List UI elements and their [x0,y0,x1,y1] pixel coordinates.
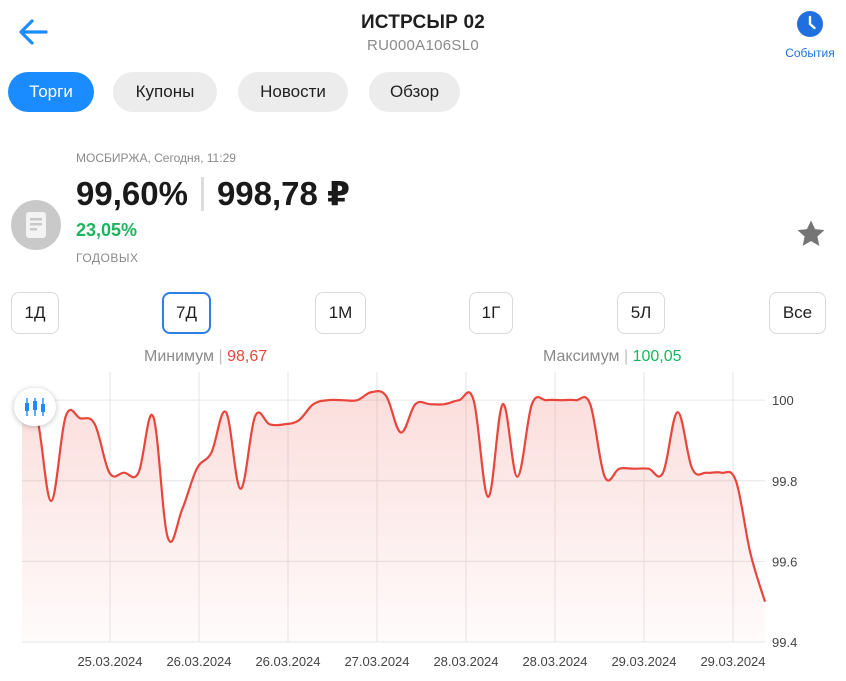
yield-label: ГОДОВЫХ [76,251,139,265]
page-title: ИСТРСЫР 02 [360,12,486,33]
x-tick-label: 28.03.2024 [522,654,587,669]
price-area-fill [22,391,765,642]
period-1m[interactable]: 1М [315,292,366,334]
period-5y[interactable]: 5Л [617,292,665,334]
events-button[interactable]: События [780,10,840,60]
min-value: 98,67 [227,348,268,365]
x-tick-label: 27.03.2024 [344,654,409,669]
favorite-button[interactable] [794,217,828,251]
clock-icon [797,11,823,37]
yield-value: 23,05% [76,220,138,240]
y-tick-label: 99.8 [772,474,797,489]
x-tick-label: 29.03.2024 [611,654,676,669]
header-title-block: ИСТРСЫР 02 RU000A106SL0 [0,12,846,54]
period-1y[interactable]: 1Г [469,292,513,334]
min-stat: Минимум | 98,67 [144,348,267,366]
price-percent: 99,60% [76,174,188,212]
min-divider: | [218,348,223,365]
y-tick-label: 100 [772,393,794,408]
tab-overview[interactable]: Обзор [369,72,460,112]
period-7d[interactable]: 7Д [162,292,211,334]
x-tick-label: 28.03.2024 [433,654,498,669]
candlestick-icon [25,398,45,416]
x-tick-label: 25.03.2024 [77,654,142,669]
x-tick-label: 26.03.2024 [255,654,320,669]
bond-avatar [11,200,61,250]
x-tick-label: 26.03.2024 [166,654,231,669]
max-divider: | [623,348,629,365]
chart-type-button[interactable] [14,388,56,426]
period-1d[interactable]: 1Д [11,292,59,334]
min-label: Минимум [144,348,215,365]
y-tick-label: 99.6 [772,554,797,569]
y-tick-label: 99.4 [772,635,797,650]
document-icon [26,212,46,238]
events-label: События [785,46,835,60]
price-rub: 998,78 ₽ [216,175,351,212]
price-chart[interactable]: 100 99.8 99.6 99.4 25.03.2024 26.03.2024 26.0… [0,372,846,681]
price-row: 99,60% 998,78 ₽ [76,174,350,213]
tab-coupons[interactable]: Купоны [113,72,217,112]
max-value: 100,05 [632,348,682,365]
tab-trading[interactable]: Торги [8,72,94,112]
exchange-time: МОСБИРЖА, Сегодня, 11:29 [76,151,236,165]
max-stat: Максимум | 100,05 [543,348,682,366]
tab-news[interactable]: Новости [238,72,348,112]
isin-code: RU000A106SL0 [366,37,479,54]
star-icon [797,220,825,246]
max-label: Максимум [543,348,620,365]
price-divider [200,176,204,211]
x-tick-label: 29.03.2024 [700,654,765,669]
period-all[interactable]: Все [769,292,826,334]
